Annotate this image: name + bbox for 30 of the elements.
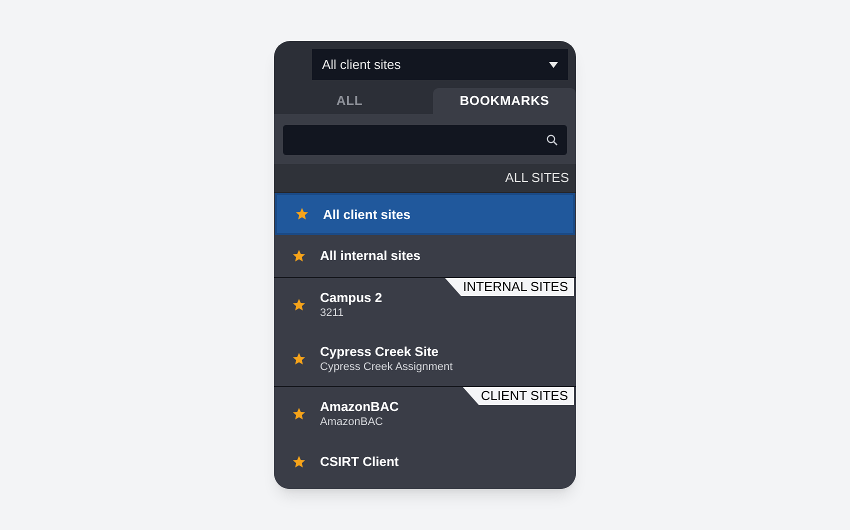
caret-icon [549,62,558,68]
search-icon [546,134,558,146]
site-subtitle: AmazonBAC [320,415,384,429]
section-header: ALL SITES [505,169,569,188]
tab[interactable]: BOOKMARKS [433,88,576,114]
star-icon [292,248,306,262]
section-tag: INTERNAL SITES [445,278,574,296]
site-name: Campus 2 [320,289,382,306]
site-dropdown[interactable]: All client sites [312,49,568,80]
site-row[interactable]: All internal sites [274,235,576,277]
site-name: All client sites [323,206,410,222]
section-tag: CLIENT SITES [462,387,574,405]
site-row[interactable]: All client sites [275,193,575,235]
star-icon [292,406,306,420]
site-subtitle: 3211 [320,306,345,320]
star-icon [292,298,306,312]
site-name: Cypress Creek Site [320,343,440,360]
site-row[interactable]: AmazonBAC AmazonBAC [274,387,436,441]
site-row[interactable]: CSIRT Client [274,441,576,483]
tab[interactable]: ALL [274,88,425,114]
site-subtitle: Cypress Creek Assignment [320,360,453,374]
site-row[interactable]: Cypress Creek Site Cypress Creek Assignment [274,332,576,386]
site-row[interactable]: Campus 2 3211 [274,278,436,332]
site-name: AmazonBAC [320,398,399,415]
site-name: All internal sites [320,247,420,264]
star-icon [295,207,309,221]
site-name: CSIRT Client [320,453,399,470]
star-icon [292,454,306,468]
star-icon [292,352,306,366]
search-field[interactable] [283,125,567,155]
